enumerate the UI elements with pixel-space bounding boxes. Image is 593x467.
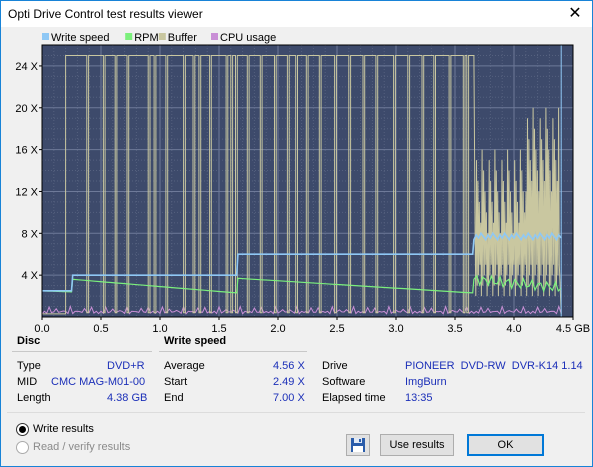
chart-legend: Write speed RPM Buffer CPU usage bbox=[42, 32, 276, 44]
legend-swatch bbox=[158, 33, 166, 40]
x-tick-label: 3.5 bbox=[447, 323, 462, 333]
info-panel: Disc Type DVD+R MID CMC MAG-M01-00 Lengt… bbox=[1, 335, 592, 411]
use-results-button[interactable]: Use results bbox=[380, 434, 454, 456]
end-label: End bbox=[164, 392, 184, 404]
window-title: Opti Drive Control test results viewer bbox=[8, 7, 203, 21]
software-label: Software bbox=[322, 376, 366, 388]
legend-label: Buffer bbox=[168, 32, 197, 44]
x-tick-label: 2.5 bbox=[329, 323, 344, 333]
disc-mid-label: MID bbox=[17, 376, 38, 388]
y-tick-label: 12 X bbox=[15, 186, 38, 198]
elapsed-time-value: 13:35 bbox=[405, 392, 433, 404]
read-verify-results-option[interactable]: Read / verify results bbox=[16, 440, 176, 456]
average-value: 4.56 X bbox=[273, 360, 305, 372]
x-tick-label: 4.5 GB bbox=[556, 323, 590, 333]
elapsed-time-label: Elapsed time bbox=[322, 392, 386, 404]
x-tick-label: 3.0 bbox=[388, 323, 403, 333]
ok-button[interactable]: OK bbox=[467, 434, 544, 456]
drive-value: PIONEER DVD-RW DVR-K14 1.14 bbox=[405, 360, 583, 372]
disc-type-label: Type bbox=[17, 360, 41, 372]
read-verify-results-radio[interactable] bbox=[16, 441, 29, 454]
legend-swatch bbox=[211, 33, 218, 40]
save-button[interactable] bbox=[346, 434, 370, 456]
write-results-radio[interactable] bbox=[16, 423, 29, 436]
y-tick-label: 4 X bbox=[21, 270, 38, 282]
start-label: Start bbox=[164, 376, 188, 388]
disc-length-value: 4.38 GB bbox=[107, 392, 148, 404]
drive-label: Drive bbox=[322, 360, 348, 372]
speed-chart: 0.0 0.5 1.0 1.5 2.0 2.5 3.0 3.5 4.0 4.5 GB 4 X 8 X 1… bbox=[15, 32, 590, 335]
radio-selected-dot bbox=[19, 426, 26, 433]
y-tick-label: 8 X bbox=[21, 228, 38, 240]
app-window: Opti Drive Control test results viewer ✕… bbox=[0, 0, 593, 467]
legend-label: CPU usage bbox=[220, 32, 276, 44]
disc-length-label: Length bbox=[17, 392, 51, 404]
x-tick-label: 1.0 bbox=[152, 323, 167, 333]
legend-label: Write speed bbox=[51, 32, 110, 44]
close-button[interactable]: ✕ bbox=[558, 1, 592, 27]
software-value: ImgBurn bbox=[405, 376, 447, 388]
x-tick-label: 0.0 bbox=[34, 323, 49, 333]
end-value: 7.00 X bbox=[273, 392, 305, 404]
legend-label: RPM bbox=[134, 32, 158, 44]
read-verify-results-label: Read / verify results bbox=[33, 441, 131, 453]
disc-mid-value: CMC MAG-M01-00 bbox=[51, 376, 146, 388]
write-speed-divider bbox=[159, 351, 307, 352]
x-tick-label: 1.5 bbox=[211, 323, 226, 333]
x-tick-label: 4.0 bbox=[506, 323, 521, 333]
write-speed-header: Write speed bbox=[164, 335, 227, 347]
bottom-divider bbox=[7, 412, 585, 413]
write-results-option[interactable]: Write results bbox=[16, 422, 156, 438]
disc-type-value: DVD+R bbox=[107, 360, 145, 372]
start-value: 2.49 X bbox=[273, 376, 305, 388]
y-tick-label: 16 X bbox=[15, 145, 38, 157]
floppy-disk-icon bbox=[351, 438, 365, 452]
legend-swatch bbox=[42, 33, 49, 40]
x-tick-label: 2.0 bbox=[270, 323, 285, 333]
write-results-label: Write results bbox=[33, 423, 94, 435]
legend-swatch bbox=[125, 33, 133, 40]
chart-area: 0.0 0.5 1.0 1.5 2.0 2.5 3.0 3.5 4.0 4.5 GB 4 X 8 X 1… bbox=[1, 27, 592, 335]
disc-header: Disc bbox=[17, 335, 41, 347]
y-tick-label: 24 X bbox=[15, 61, 38, 73]
y-tick-label: 20 X bbox=[15, 103, 38, 115]
x-tick-label: 0.5 bbox=[93, 323, 108, 333]
title-bar: Opti Drive Control test results viewer ✕ bbox=[1, 1, 592, 27]
disc-divider bbox=[12, 351, 152, 352]
average-label: Average bbox=[164, 360, 205, 372]
